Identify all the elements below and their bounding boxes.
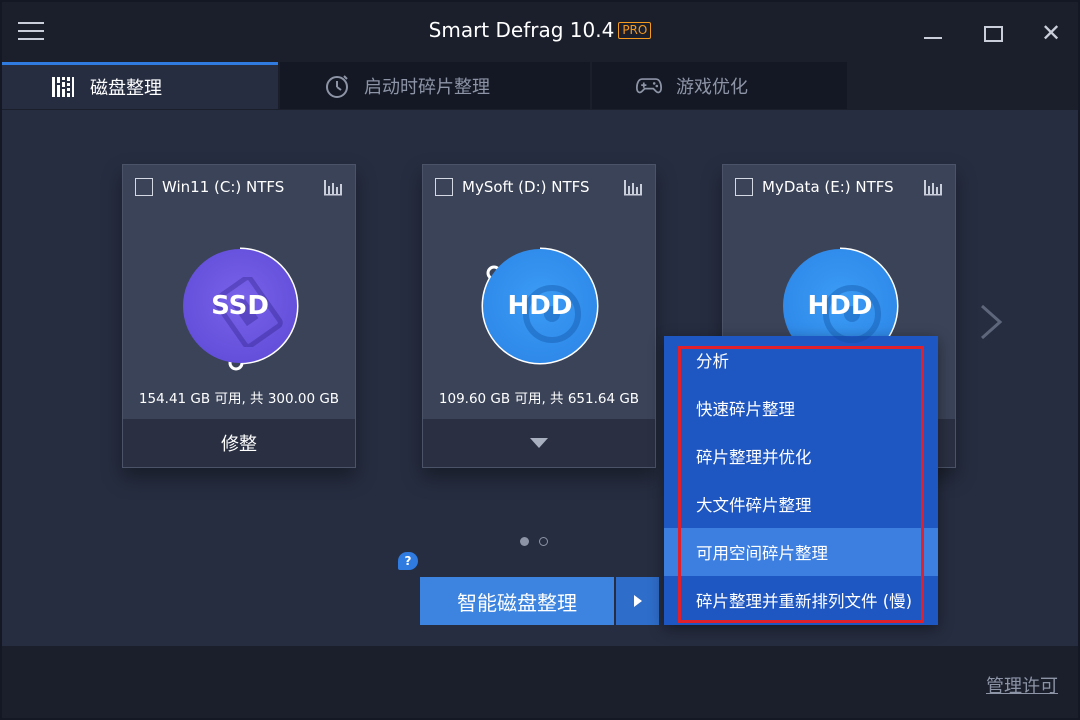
drive-usage: 109.60 GB 可用, 共 651.64 GB [438,391,640,407]
stopwatch-icon [324,73,350,99]
page-dot-1[interactable] [520,537,529,546]
close-button[interactable]: ✕ [1040,21,1062,45]
tab-label: 磁盘整理 [90,78,162,99]
drive-name: MySoft (D:) NTFS [462,178,590,196]
defrag-options-button[interactable] [616,577,659,625]
gamepad-icon [636,73,662,99]
app-title: Smart Defrag 10.4 PRO [2,18,1078,42]
drive-card-c[interactable]: Win11 (C:) NTFS SSD 154.41 GB 可用, 共 300.… [122,164,356,468]
manage-license-link[interactable]: 管理许可 [986,672,1058,698]
tab-disk-defrag[interactable]: 磁盘整理 [2,62,278,109]
drive-usage: 154.41 GB 可用, 共 300.00 GB [138,391,340,407]
pro-badge: PRO [618,22,652,39]
drive-card-header: Win11 (C:) NTFS [135,177,343,197]
bar-chart-icon[interactable] [623,178,643,196]
drive-card-d[interactable]: MySoft (D:) NTFS HDD 109.60 GB 可用, 共 651… [422,164,656,468]
drive-checkbox[interactable] [735,178,753,196]
drive-card-header: MyData (E:) NTFS [735,177,943,197]
tab-label: 游戏优化 [676,76,748,98]
defrag-bars-icon [50,74,76,100]
title-bar: Smart Defrag 10.4 PRO ✕ [2,2,1078,64]
defrag-options-menu: 分析 快速碎片整理 碎片整理并优化 大文件碎片整理 可用空间碎片整理 碎片整理并… [664,336,938,625]
app-window: Smart Defrag 10.4 PRO ✕ 磁盘整理 启动时碎片整理 游戏优… [0,0,1080,720]
trim-button[interactable]: 修整 [123,419,355,467]
ssd-disk-icon: SSD [183,249,297,363]
disk-usage-ring: HDD [475,241,605,371]
drive-checkbox[interactable] [435,178,453,196]
page-dot-2[interactable] [539,537,548,546]
disk-type-label: HDD [807,291,873,321]
menu-item-analyze[interactable]: 分析 [664,336,938,384]
trim-label: 修整 [221,434,257,455]
bar-chart-icon[interactable] [923,178,943,196]
tab-label: 启动时碎片整理 [364,76,490,98]
chevron-down-icon [530,438,548,448]
drive-checkbox[interactable] [135,178,153,196]
tab-bar: 磁盘整理 启动时碎片整理 游戏优化 [2,62,1078,110]
drive-name: Win11 (C:) NTFS [162,178,285,196]
help-icon[interactable]: ? [398,552,418,570]
page-indicator [520,537,548,546]
app-title-text: Smart Defrag 10.4 [428,18,615,42]
bar-chart-icon[interactable] [323,178,343,196]
disk-usage-ring: SSD [175,241,305,371]
chevron-right-icon[interactable] [976,302,1006,342]
disk-type-label: HDD [507,291,573,321]
menu-item-defrag-optimize[interactable]: 碎片整理并优化 [664,432,938,480]
tab-game-optimize[interactable]: 游戏优化 [592,62,847,109]
smart-defrag-button[interactable]: 智能磁盘整理 [420,577,614,625]
hdd-disk-icon: HDD [483,249,597,363]
menu-item-defrag-rearrange[interactable]: 碎片整理并重新排列文件 (慢) [664,576,938,624]
menu-item-fast-defrag[interactable]: 快速碎片整理 [664,384,938,432]
expand-actions-button[interactable] [423,419,655,467]
maximize-button[interactable] [982,22,1004,44]
disk-type-label: SSD [211,291,269,321]
drive-card-header: MySoft (D:) NTFS [435,177,643,197]
tab-boot-defrag[interactable]: 启动时碎片整理 [280,62,590,109]
bottom-bar: 管理许可 [2,646,1078,718]
menu-item-large-file-defrag[interactable]: 大文件碎片整理 [664,480,938,528]
drive-name: MyData (E:) NTFS [762,178,894,196]
menu-item-free-space-defrag[interactable]: 可用空间碎片整理 [664,528,938,576]
minimize-button[interactable] [922,22,944,44]
